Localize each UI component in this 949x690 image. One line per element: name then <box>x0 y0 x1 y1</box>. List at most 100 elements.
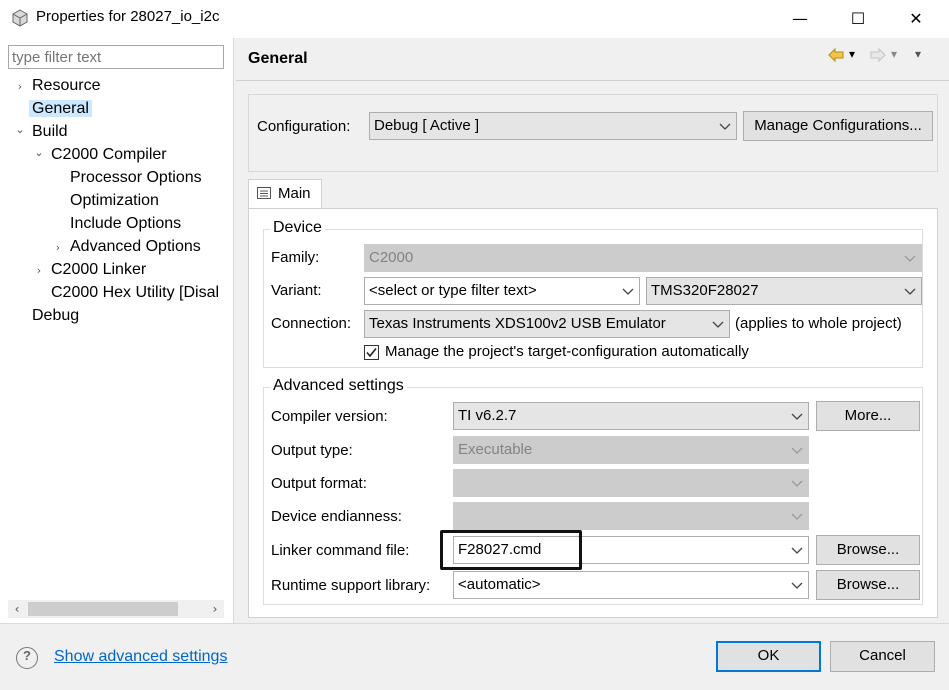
configuration-select[interactable]: Debug [ Active ] <box>369 112 737 140</box>
tree-item-resource[interactable]: Resource <box>32 75 100 97</box>
left-nav-panel: › Resource General ⌄ Build ⌄ C2000 Compi… <box>0 38 234 623</box>
variant-select[interactable]: TMS320F28027 <box>646 277 922 305</box>
runtime-browse-button[interactable]: Browse... <box>816 570 920 600</box>
family-value: C2000 <box>369 249 414 266</box>
forward-arrow-icon[interactable] <box>869 46 887 68</box>
manage-target-config-label: Manage the project's target-configuratio… <box>385 343 749 360</box>
chevron-down-icon <box>903 283 917 299</box>
collapse-arrow-icon[interactable]: ⌄ <box>33 142 45 164</box>
dialog-button-bar: ? Show advanced settings OK Cancel <box>0 623 949 690</box>
device-endianness-select[interactable] <box>453 502 809 530</box>
page-title: General <box>248 50 308 67</box>
history-nav: ▾ ▾ ▾ <box>827 46 937 66</box>
tree-item-c2000-hex-utility[interactable]: C2000 Hex Utility [Disal <box>51 282 226 304</box>
tree-item-advanced-options[interactable]: Advanced Options <box>70 236 201 258</box>
expand-arrow-icon[interactable]: › <box>52 237 64 259</box>
variant-filter-input[interactable]: <select or type filter text> <box>364 277 640 305</box>
title-bar: Properties for 28027_io_i2c — ☐ ✕ <box>0 0 949 38</box>
runtime-support-library-value: <automatic> <box>458 576 541 593</box>
tree-item-build[interactable]: Build <box>32 121 68 143</box>
connection-value: Texas Instruments XDS100v2 USB Emulator <box>369 315 666 332</box>
variant-filter-value: <select or type filter text> <box>369 282 537 299</box>
tree-item-label: Include Options <box>70 215 182 232</box>
tree-item-label: C2000 Compiler <box>51 146 167 163</box>
main-tab-panel: Device Family: C2000 Variant: <select or… <box>248 208 938 618</box>
expand-arrow-icon[interactable]: › <box>33 260 45 282</box>
scroll-left-icon[interactable]: ‹ <box>8 600 26 618</box>
output-type-select[interactable]: Executable <box>453 436 809 464</box>
title-separator <box>236 80 949 81</box>
device-group-title: Device <box>270 219 325 237</box>
device-endianness-label: Device endianness: <box>271 508 402 525</box>
compiler-version-select[interactable]: TI v6.2.7 <box>453 402 809 430</box>
tree-item-label: Advanced Options <box>70 238 201 255</box>
tab-page-icon <box>257 187 271 203</box>
back-dropdown-icon[interactable]: ▾ <box>849 47 855 61</box>
compiler-version-value: TI v6.2.7 <box>458 407 517 424</box>
connection-label: Connection: <box>271 315 352 332</box>
tree-item-include-options[interactable]: Include Options <box>70 213 181 235</box>
tab-main[interactable]: Main <box>248 179 322 209</box>
chevron-down-icon <box>790 408 804 424</box>
tree-item-label: General <box>29 100 92 117</box>
variant-value: TMS320F28027 <box>651 282 759 299</box>
show-advanced-settings-link[interactable]: Show advanced settings <box>54 648 227 666</box>
tree-item-c2000-linker[interactable]: C2000 Linker <box>51 259 146 281</box>
properties-page: General ▾ ▾ ▾ Configuration: Debug [ Act… <box>236 38 949 623</box>
back-arrow-icon[interactable] <box>827 46 845 68</box>
tree-item-label: Resource <box>32 77 101 94</box>
tree-item-label: Debug <box>32 307 80 324</box>
configuration-box: Configuration: Debug [ Active ] Manage C… <box>248 94 938 172</box>
annotation-highlight-box <box>440 530 582 570</box>
tree-item-label: C2000 Linker <box>51 261 147 278</box>
connection-select[interactable]: Texas Instruments XDS100v2 USB Emulator <box>364 310 730 338</box>
maximize-button[interactable]: ☐ <box>835 0 881 38</box>
linker-browse-button[interactable]: Browse... <box>816 535 920 565</box>
chevron-down-icon <box>790 577 804 593</box>
forward-dropdown-icon[interactable]: ▾ <box>891 47 897 61</box>
output-format-select[interactable] <box>453 469 809 497</box>
output-format-label: Output format: <box>271 475 367 492</box>
chevron-down-icon <box>718 118 732 134</box>
view-menu-icon[interactable]: ▾ <box>915 47 921 61</box>
variant-label: Variant: <box>271 282 322 299</box>
app-cube-icon <box>10 8 30 28</box>
runtime-support-library-input[interactable]: <automatic> <box>453 571 809 599</box>
linker-command-file-label: Linker command file: <box>271 542 410 559</box>
close-button[interactable]: ✕ <box>893 0 939 38</box>
ok-button[interactable]: OK <box>716 641 821 672</box>
manage-target-config-checkbox[interactable] <box>364 345 379 360</box>
output-type-value: Executable <box>458 441 533 458</box>
tree-item-processor-options[interactable]: Processor Options <box>70 167 202 189</box>
more-button[interactable]: More... <box>816 401 920 431</box>
chevron-down-icon <box>621 283 635 299</box>
cancel-button[interactable]: Cancel <box>830 641 935 672</box>
family-label: Family: <box>271 249 320 266</box>
expand-arrow-icon[interactable]: › <box>14 76 26 98</box>
collapse-arrow-icon[interactable]: ⌄ <box>14 119 26 141</box>
device-group: Device Family: C2000 Variant: <select or… <box>263 219 923 368</box>
configuration-label: Configuration: <box>257 118 351 135</box>
chevron-down-icon <box>790 542 804 558</box>
chevron-down-icon <box>790 508 804 524</box>
help-icon[interactable]: ? <box>16 647 38 669</box>
advanced-settings-title: Advanced settings <box>270 377 407 395</box>
tree-item-c2000-compiler[interactable]: C2000 Compiler <box>51 144 167 166</box>
tree-item-label: Build <box>32 123 68 140</box>
connection-note: (applies to whole project) <box>735 315 902 332</box>
tree-item-optimization[interactable]: Optimization <box>70 190 159 212</box>
scroll-right-icon[interactable]: › <box>206 600 224 618</box>
manage-configurations-button[interactable]: Manage Configurations... <box>743 111 933 141</box>
horizontal-scrollbar[interactable]: ‹ › <box>8 600 224 618</box>
tree-item-debug[interactable]: Debug <box>32 305 79 327</box>
tab-main-label: Main <box>278 185 311 202</box>
minimize-button[interactable]: — <box>777 0 823 38</box>
advanced-settings-group: Advanced settings Compiler version: TI v… <box>263 377 923 605</box>
chevron-down-icon <box>711 316 725 332</box>
chevron-down-icon <box>903 250 917 266</box>
filter-input[interactable] <box>8 45 224 69</box>
family-select[interactable]: C2000 <box>364 244 922 272</box>
scrollbar-thumb[interactable] <box>28 602 178 616</box>
tree-item-general[interactable]: General <box>29 98 92 120</box>
tree-item-label: Processor Options <box>70 169 202 186</box>
